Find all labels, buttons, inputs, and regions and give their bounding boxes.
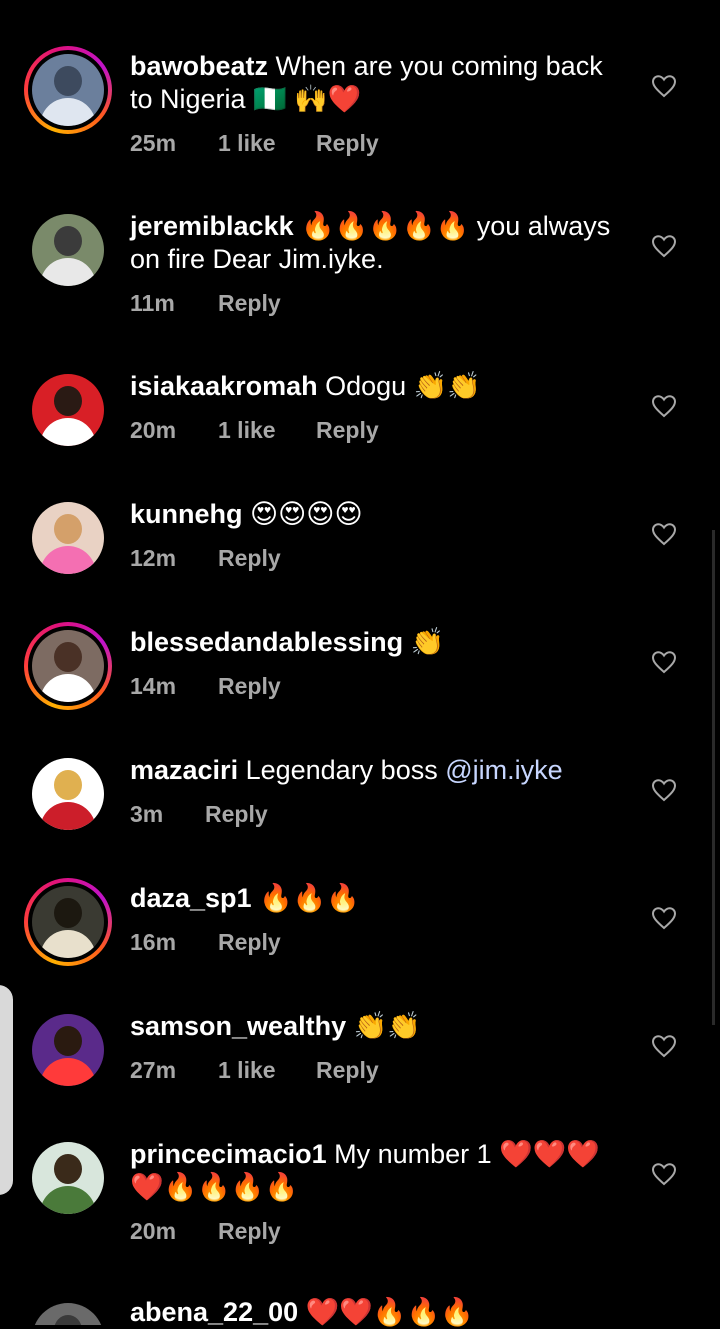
comment-username[interactable]: jeremiblackk [130, 211, 294, 241]
reply-button[interactable]: Reply [316, 129, 379, 157]
comment-meta: 20m Reply [130, 1217, 281, 1245]
comment-text: kunnehg 😍😍😍😍 [130, 498, 620, 531]
comment-username[interactable]: princecimacio1 [130, 1139, 327, 1169]
avatar[interactable] [24, 46, 112, 134]
avatar[interactable] [24, 366, 112, 454]
comment-body: 👏👏 [346, 1011, 421, 1041]
comment-text: mazaciri Legendary boss @jim.iyke [130, 754, 620, 787]
comment-text: jeremiblackk 🔥🔥🔥🔥🔥 you always on fire De… [130, 210, 620, 276]
comment-meta: 20m 1 like Reply [130, 416, 379, 444]
reply-button[interactable]: Reply [218, 672, 281, 700]
reply-button[interactable]: Reply [316, 1056, 379, 1084]
avatar[interactable] [24, 878, 112, 966]
comment-time: 12m [130, 545, 177, 571]
comment-username[interactable]: kunnehg [130, 499, 243, 529]
scroll-track [712, 530, 715, 1025]
comment-meta: 14m Reply [130, 672, 281, 700]
reply-button[interactable]: Reply [218, 289, 281, 317]
comment-meta: 12m Reply [130, 544, 281, 572]
avatar[interactable] [24, 1006, 112, 1094]
comment-text: samson_wealthy 👏👏 [130, 1010, 620, 1043]
comment-text: isiakaakromah Odogu 👏👏 [130, 370, 620, 403]
comment-username[interactable]: bawobeatz [130, 51, 268, 81]
comment-meta: 11m Reply [130, 289, 281, 317]
heart-outline-icon[interactable] [651, 906, 677, 930]
comment-body: Legendary boss [238, 755, 446, 785]
comment-meta: 25m 1 like Reply [130, 129, 379, 157]
avatar[interactable] [24, 206, 112, 294]
comment-likes[interactable]: 1 like [218, 129, 316, 157]
comment-body: 👏 [403, 627, 445, 657]
heart-outline-icon[interactable] [651, 234, 677, 258]
avatar[interactable] [24, 1134, 112, 1222]
comment-username[interactable]: abena_22_00 [130, 1297, 298, 1327]
heart-outline-icon[interactable] [651, 650, 677, 674]
heart-outline-icon[interactable] [651, 394, 677, 418]
comment-username[interactable]: mazaciri [130, 755, 238, 785]
comment-time: 25m [130, 130, 177, 156]
comment-text: princecimacio1 My number 1 ❤️❤️❤️❤️🔥🔥🔥🔥 [130, 1138, 620, 1204]
reply-button[interactable]: Reply [218, 544, 281, 572]
avatar[interactable] [24, 750, 112, 838]
reply-button[interactable]: Reply [205, 800, 268, 828]
comment-body: 🔥🔥🔥 [251, 883, 360, 913]
comment-body: Odogu 👏👏 [317, 371, 481, 401]
heart-outline-icon[interactable] [651, 1034, 677, 1058]
comment-time: 16m [130, 929, 177, 955]
comment-time: 11m [130, 290, 175, 316]
comment-likes[interactable]: 1 like [218, 416, 316, 444]
comment-username[interactable]: isiakaakromah [130, 371, 318, 401]
comment-text: abena_22_00 ❤️❤️🔥🔥🔥 [130, 1296, 620, 1329]
comment-username[interactable]: blessedandablessing [130, 627, 403, 657]
heart-outline-icon[interactable] [651, 1162, 677, 1186]
reply-button[interactable]: Reply [218, 1217, 281, 1245]
heart-outline-icon[interactable] [651, 74, 677, 98]
comment-body: 😍😍😍😍 [242, 499, 363, 529]
mention-link[interactable]: @jim.iyke [445, 755, 562, 785]
comment-meta: 16m Reply [130, 928, 281, 956]
comment-meta: 3m Reply [130, 800, 268, 828]
comment-username[interactable]: samson_wealthy [130, 1011, 346, 1041]
edge-panel-handle[interactable] [0, 985, 13, 1195]
comment-username[interactable]: daza_sp1 [130, 883, 252, 913]
avatar[interactable] [24, 622, 112, 710]
comment-text: daza_sp1 🔥🔥🔥 [130, 882, 620, 915]
comment-time: 20m [130, 1218, 177, 1244]
comment-time: 3m [130, 801, 164, 827]
comment-time: 14m [130, 673, 177, 699]
comment-likes[interactable]: 1 like [218, 1056, 316, 1084]
comment-text: blessedandablessing 👏 [130, 626, 620, 659]
reply-button[interactable]: Reply [316, 416, 379, 444]
heart-outline-icon[interactable] [651, 778, 677, 802]
comment-body: ❤️❤️🔥🔥🔥 [298, 1297, 474, 1327]
avatar[interactable] [24, 1295, 112, 1325]
reply-button[interactable]: Reply [218, 928, 281, 956]
comment-meta: 27m 1 like Reply [130, 1056, 379, 1084]
comment-text: bawobeatz When are you coming back to Ni… [130, 50, 620, 116]
avatar[interactable] [24, 494, 112, 582]
heart-outline-icon[interactable] [651, 522, 677, 546]
comment-time: 20m [130, 417, 177, 443]
comment-time: 27m [130, 1057, 177, 1083]
